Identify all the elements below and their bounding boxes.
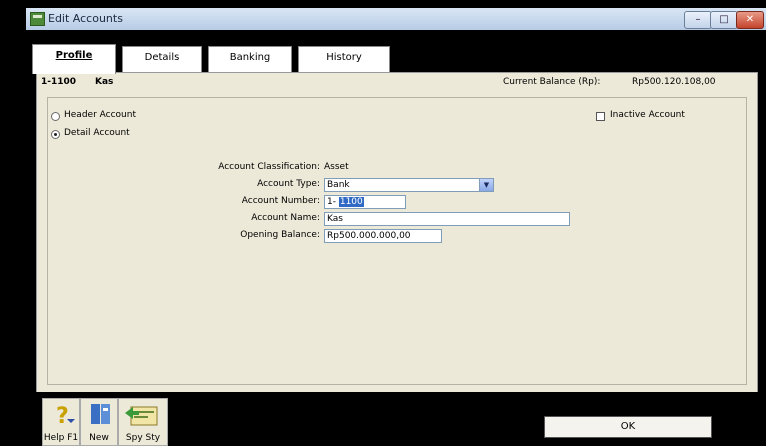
account-number-field[interactable]: 1- 1100 [324, 195, 406, 209]
header-account-radio[interactable] [51, 112, 60, 121]
new-account-icon [91, 404, 110, 424]
account-number-value: 1100 [338, 197, 364, 207]
account-details-group: Header Account Detail Account Inactive A… [47, 97, 747, 385]
detail-account-label: Detail Account [64, 128, 130, 138]
profile-panel: 1-1100 Kas Current Balance (Rp): Rp500.1… [36, 72, 758, 394]
edit-label: Spy Sty [125, 433, 161, 443]
account-type-label: Account Type: [257, 179, 320, 189]
app-icon [30, 12, 45, 26]
account-name-field[interactable]: Kas [324, 212, 570, 226]
account-type-select[interactable]: Bank ▼ [324, 178, 494, 192]
maximize-button[interactable]: □ [710, 11, 738, 29]
account-info-bar: 1-1100 Kas Current Balance (Rp): Rp500.1… [37, 73, 757, 93]
close-button[interactable]: ✕ [736, 11, 764, 29]
bottom-toolbar: ? Help F1 New Spy Sty OK [26, 392, 766, 446]
new-button[interactable]: New [80, 398, 118, 446]
opening-balance-field[interactable]: Rp500.000.000,00 [324, 229, 442, 243]
tab-history[interactable]: History [298, 46, 390, 72]
help-button[interactable]: ? Help F1 [42, 398, 80, 446]
chevron-down-icon[interactable]: ▼ [479, 179, 493, 191]
help-icon: ? [56, 404, 75, 429]
account-number-label: Account Number: [241, 196, 320, 206]
svg-text:?: ? [56, 404, 69, 429]
opening-balance-label: Opening Balance: [240, 230, 320, 240]
account-type-value: Bank [327, 180, 350, 190]
window-title: Edit Accounts [48, 12, 123, 25]
header-account-label: Header Account [64, 110, 136, 120]
account-name-label: Account Name: [251, 213, 320, 223]
current-balance-label: Current Balance (Rp): [503, 77, 601, 87]
edit-accounts-window: Edit Accounts – □ ✕ Profile Details Bank… [26, 8, 766, 446]
tab-details[interactable]: Details [122, 46, 202, 72]
classification-value: Asset [324, 162, 349, 172]
account-name-heading: Kas [95, 77, 114, 87]
help-label: Help F1 [43, 433, 79, 443]
inactive-account-checkbox[interactable] [596, 112, 605, 121]
detail-account-radio[interactable] [51, 130, 60, 139]
classification-label: Account Classification: [218, 162, 320, 172]
new-label: New [89, 433, 109, 443]
spy-sty-icon [125, 406, 158, 426]
edit-button[interactable]: Spy Sty [118, 398, 168, 446]
title-bar: Edit Accounts – □ ✕ [26, 8, 766, 31]
tab-strip: Profile Details Banking History [26, 30, 766, 74]
inactive-account-label: Inactive Account [610, 110, 685, 120]
minimize-button[interactable]: – [684, 11, 712, 29]
ok-button[interactable]: OK [544, 416, 712, 438]
tab-banking[interactable]: Banking [208, 46, 292, 72]
tab-profile[interactable]: Profile [32, 44, 116, 74]
account-number-prefix: 1- [327, 197, 336, 207]
current-balance-value: Rp500.120.108,00 [632, 77, 716, 87]
account-id: 1-1100 [41, 77, 77, 87]
